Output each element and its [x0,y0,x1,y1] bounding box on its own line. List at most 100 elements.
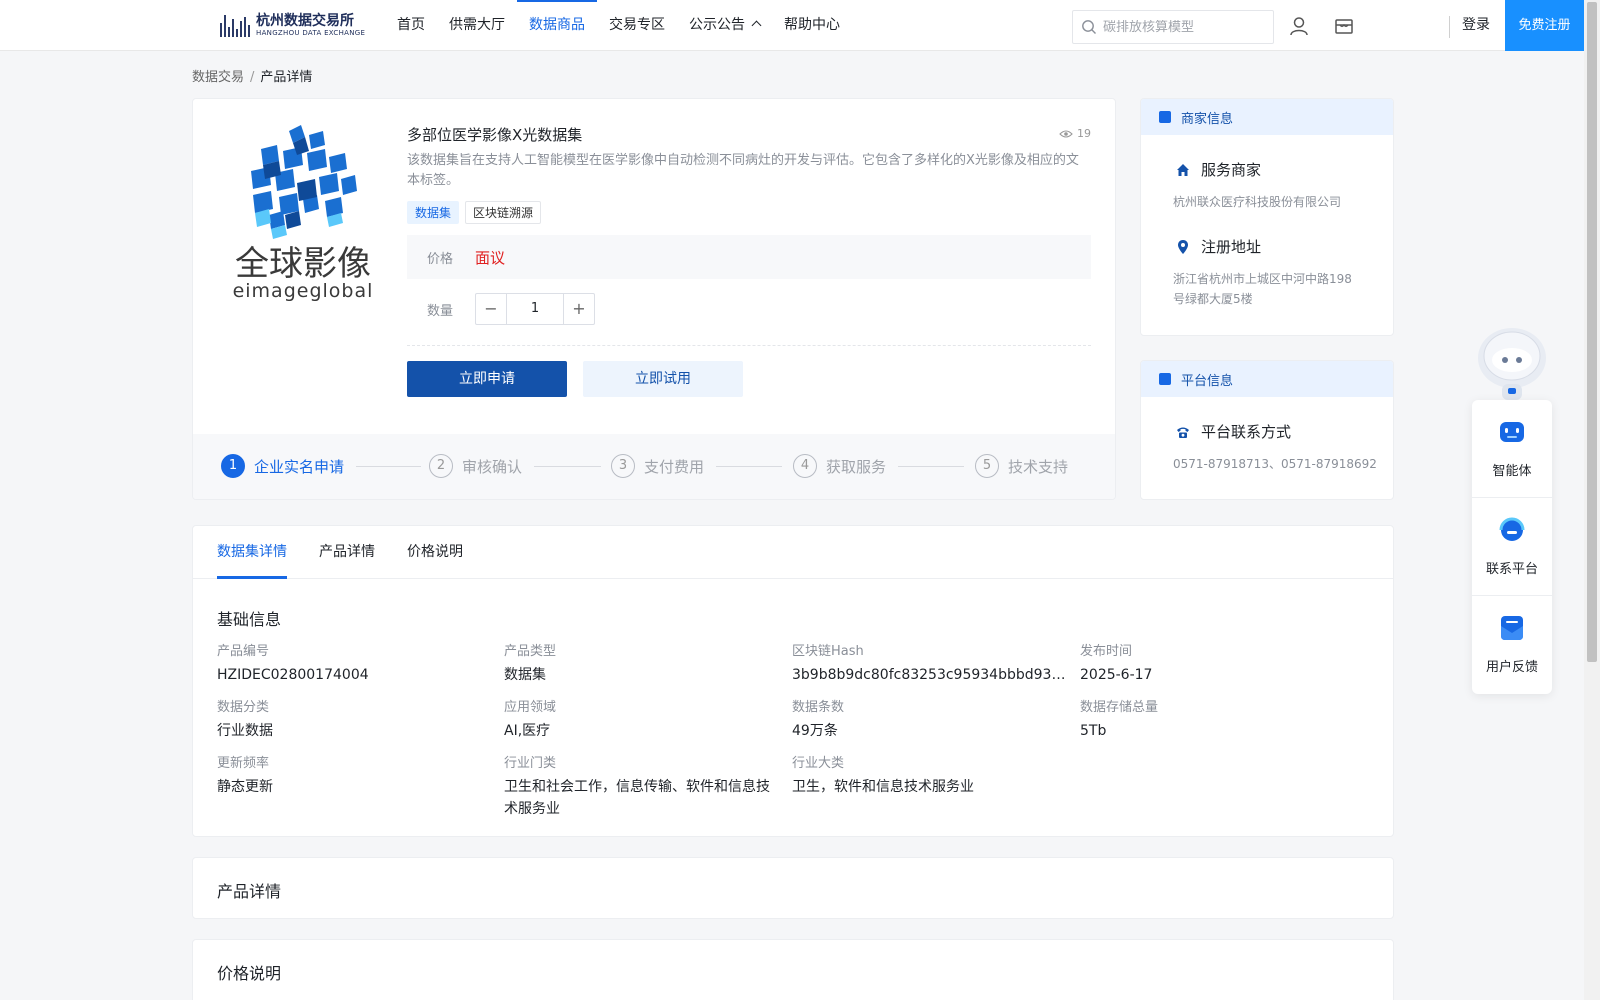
merchant-info-header: 商家信息 [1141,99,1393,135]
agent-icon [1500,422,1524,442]
agent-label: 智能体 [1492,464,1532,479]
nav-home[interactable]: 首页 [385,0,437,50]
register-button[interactable]: 免费注册 [1505,0,1584,51]
field-value: 数据集 [504,667,546,683]
service-merchant-row: 服务商家 [1175,159,1261,180]
field-product-type: 产品类型 数据集 [504,643,780,686]
robot-assistant-icon[interactable] [1472,326,1552,402]
quantity-label: 数量 [427,303,454,319]
top-header: 杭州数据交易所 HANGZHOU DATA EXCHANGE 首页 供需大厅 数… [0,0,1584,51]
field-key: 区块链Hash [792,644,864,659]
field-value: 49万条 [792,723,838,739]
quantity-input[interactable]: 1 [506,294,564,324]
page-scrollbar[interactable] [1584,0,1600,1000]
search-icon [1082,20,1096,34]
step-3: 3 支付费用 [611,454,704,478]
quantity-stepper: − 1 + [475,293,595,325]
nav-trade-zone[interactable]: 交易专区 [597,0,677,50]
breadcrumb: 数据交易 / 产品详情 [192,66,312,85]
product-logo-cn: 全球影像 [235,244,371,284]
dataset-detail-card: 数据集详情 产品详情 价格说明 基础信息 产品编号 HZIDEC028001740… [192,525,1394,837]
field-key: 数据条数 [792,700,845,715]
breadcrumb-current: 产品详情 [260,70,313,85]
field-industry-major: 行业大类 卫生，软件和信息技术服务业 [792,755,1068,798]
tab-product-detail[interactable]: 产品详情 [319,526,375,578]
logo-mark-icon [220,13,250,37]
phone-icon [1177,427,1189,438]
chevron-up-icon [751,20,762,31]
product-logo: 全球影像 eimageglobal [221,123,385,302]
location-pin-icon [1178,239,1188,254]
try-now-button[interactable]: 立即试用 [583,361,743,397]
user-icon[interactable] [1288,15,1310,37]
field-value: 2025-6-17 [1080,667,1153,683]
platform-contact-label: 平台联系方式 [1201,423,1292,441]
user-feedback-button[interactable]: 用户反馈 [1472,596,1552,692]
step-number: 1 [221,454,245,478]
step-connector [356,466,421,467]
calendar-icon [1159,111,1171,123]
price-description-title: 价格说明 [217,964,282,983]
monitor-icon [1159,373,1171,385]
feedback-icon [1501,616,1523,640]
field-key: 行业大类 [792,756,845,771]
field-update-frequency: 更新频率 静态更新 [217,755,493,798]
tab-price-description[interactable]: 价格说明 [407,526,463,578]
product-title: 多部位医学影像X光数据集 [407,126,583,144]
price-description-section: 价格说明 [192,939,1394,1000]
step-number: 4 [793,454,817,478]
field-industry-sector: 行业门类卫生和社会工作，信息传输、软件和信息技术服务业 [504,755,780,820]
view-count: 19 [1059,127,1091,140]
header-divider [1449,16,1450,38]
contact-platform-button[interactable]: 联系平台 [1472,498,1552,594]
service-merchant-value: 杭州联众医疗科技股份有限公司 [1173,195,1342,209]
scrollbar-thumb[interactable] [1587,2,1597,662]
merchant-info-card: 商家信息 服务商家 杭州联众医疗科技股份有限公司 注册地址 浙江省杭州市上城区中… [1140,98,1394,336]
contact-platform-label: 联系平台 [1485,562,1538,577]
platform-contact-row: 平台联系方式 [1175,421,1291,442]
field-value: 行业数据 [217,723,273,739]
nav-help-center[interactable]: 帮助中心 [772,0,852,50]
quantity-minus-button[interactable]: − [476,294,506,324]
field-value: HZIDEC02800174004 [217,667,369,683]
step-label: 企业实名申请 [254,457,345,476]
product-tags: 数据集 区块链溯源 [407,201,542,224]
detail-tabs: 数据集详情 产品详情 价格说明 [193,526,1393,579]
shop-icon[interactable] [1333,15,1355,37]
price-label: 价格 [427,251,454,267]
step-connector [534,466,601,467]
main-nav: 首页 供需大厅 数据商品 交易专区 公示公告 帮助中心 [385,0,852,50]
nav-supply-demand[interactable]: 供需大厅 [437,0,517,50]
apply-now-button[interactable]: 立即申请 [407,361,567,397]
logo-subtitle: HANGZHOU DATA EXCHANGE [256,28,366,37]
platform-contact-value: 0571-87918713、0571-87918692 [1173,457,1377,471]
field-record-count: 数据条数 49万条 [792,699,1068,742]
search-box [1072,10,1274,44]
field-key: 行业门类 [504,756,557,771]
divider [407,345,1091,346]
site-logo[interactable]: 杭州数据交易所 HANGZHOU DATA EXCHANGE [220,10,365,40]
search-input[interactable] [1103,19,1263,35]
registered-address-value: 浙江省杭州市上城区中河中路198号绿都大厦5楼 [1173,272,1352,306]
registered-address-label: 注册地址 [1201,238,1262,256]
quantity-plus-button[interactable]: + [564,294,594,324]
agent-button[interactable]: 智能体 [1472,400,1552,496]
step-4: 4 获取服务 [793,454,886,478]
field-publish-date: 发布时间 2025-6-17 [1080,643,1356,686]
quantity-row: 数量 − 1 + [407,293,595,325]
field-key: 更新频率 [217,756,270,771]
nav-data-products[interactable]: 数据商品 [517,0,597,50]
price-box: 价格 面议 [407,235,1091,279]
nav-announcements-label: 公示公告 [689,17,745,33]
field-value: 卫生和社会工作，信息传输、软件和信息技术服务业 [504,779,770,817]
view-count-value: 19 [1077,127,1091,140]
step-number: 2 [429,454,453,478]
platform-info-header: 平台信息 [1141,361,1393,397]
basic-info-title: 基础信息 [217,610,282,629]
field-storage-total: 数据存储总量 5Tb [1080,699,1356,742]
breadcrumb-root[interactable]: 数据交易 [192,70,244,85]
nav-announcements[interactable]: 公示公告 [677,0,772,50]
login-link[interactable]: 登录 [1462,0,1490,51]
user-feedback-label: 用户反馈 [1485,660,1538,675]
tab-dataset-detail[interactable]: 数据集详情 [217,526,287,579]
